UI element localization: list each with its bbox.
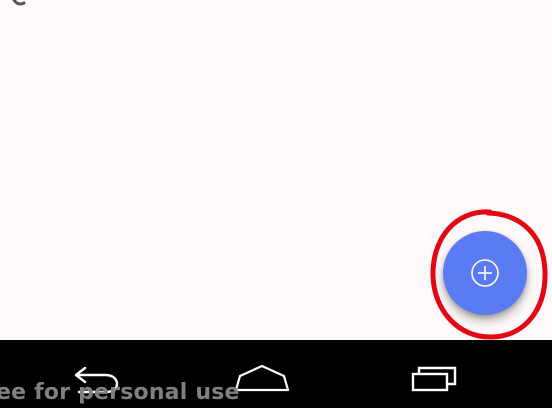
app-screen: ee for personal use [0,0,552,408]
add-button[interactable] [443,231,527,315]
home-icon [234,364,290,392]
recents-button[interactable] [396,358,470,398]
add-circle-icon [471,259,499,287]
navigation-bar [0,340,552,408]
home-button[interactable] [224,358,300,398]
back-arrow-icon [74,366,119,394]
corner-fragment-icon [12,0,26,6]
recents-icon [411,366,457,392]
back-button[interactable] [58,358,132,398]
